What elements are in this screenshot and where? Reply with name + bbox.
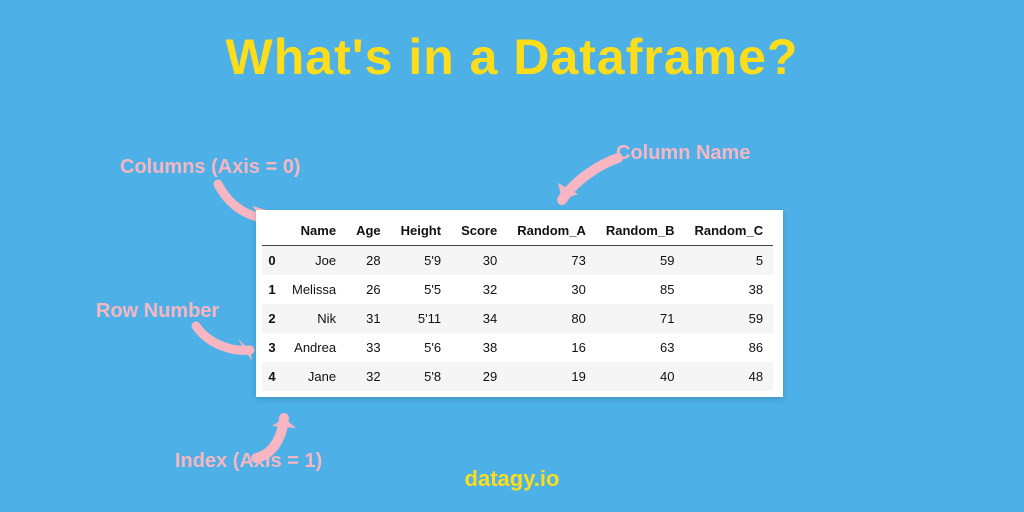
cell: 86 <box>684 333 773 362</box>
row-index: 2 <box>262 304 282 333</box>
cell: Andrea <box>282 333 346 362</box>
column-header: Random_A <box>507 216 596 246</box>
cell: 5'6 <box>391 333 451 362</box>
row-index: 3 <box>262 333 282 362</box>
table-header-row: Name Age Height Score Random_A Random_B … <box>262 216 773 246</box>
cell: 32 <box>346 362 391 391</box>
cell: 59 <box>684 304 773 333</box>
column-header: Height <box>391 216 451 246</box>
cell: 73 <box>507 246 596 276</box>
cell: 30 <box>507 275 596 304</box>
cell: 59 <box>596 246 685 276</box>
column-header: Age <box>346 216 391 246</box>
row-index: 4 <box>262 362 282 391</box>
arrow-icon <box>246 400 316 470</box>
cell: Nik <box>282 304 346 333</box>
column-header: Score <box>451 216 507 246</box>
cell: 5 <box>684 246 773 276</box>
cell: 34 <box>451 304 507 333</box>
cell: Jane <box>282 362 346 391</box>
cell: 38 <box>684 275 773 304</box>
table-row: 1 Melissa 26 5'5 32 30 85 38 <box>262 275 773 304</box>
table-row: 4 Jane 32 5'8 29 19 40 48 <box>262 362 773 391</box>
cell: 5'11 <box>391 304 451 333</box>
table-corner <box>262 216 282 246</box>
cell: 5'8 <box>391 362 451 391</box>
column-header: Random_B <box>596 216 685 246</box>
cell: Joe <box>282 246 346 276</box>
column-header: Name <box>282 216 346 246</box>
cell: Melissa <box>282 275 346 304</box>
table-row: 0 Joe 28 5'9 30 73 59 5 <box>262 246 773 276</box>
cell: 30 <box>451 246 507 276</box>
cell: 5'9 <box>391 246 451 276</box>
dataframe-table: Name Age Height Score Random_A Random_B … <box>256 210 783 397</box>
cell: 19 <box>507 362 596 391</box>
cell: 28 <box>346 246 391 276</box>
row-index: 0 <box>262 246 282 276</box>
footer-brand: datagy.io <box>0 466 1024 492</box>
cell: 71 <box>596 304 685 333</box>
cell: 29 <box>451 362 507 391</box>
annotation-column-name: Column Name <box>616 142 750 165</box>
table-row: 2 Nik 31 5'11 34 80 71 59 <box>262 304 773 333</box>
cell: 48 <box>684 362 773 391</box>
annotation-columns-axis: Columns (Axis = 0) <box>120 156 301 179</box>
cell: 63 <box>596 333 685 362</box>
cell: 40 <box>596 362 685 391</box>
row-index: 1 <box>262 275 282 304</box>
cell: 31 <box>346 304 391 333</box>
cell: 5'5 <box>391 275 451 304</box>
cell: 80 <box>507 304 596 333</box>
cell: 33 <box>346 333 391 362</box>
cell: 38 <box>451 333 507 362</box>
cell: 32 <box>451 275 507 304</box>
cell: 26 <box>346 275 391 304</box>
table-row: 3 Andrea 33 5'6 38 16 63 86 <box>262 333 773 362</box>
cell: 16 <box>507 333 596 362</box>
column-header: Random_C <box>684 216 773 246</box>
cell: 85 <box>596 275 685 304</box>
page-title: What's in a Dataframe? <box>0 28 1024 86</box>
